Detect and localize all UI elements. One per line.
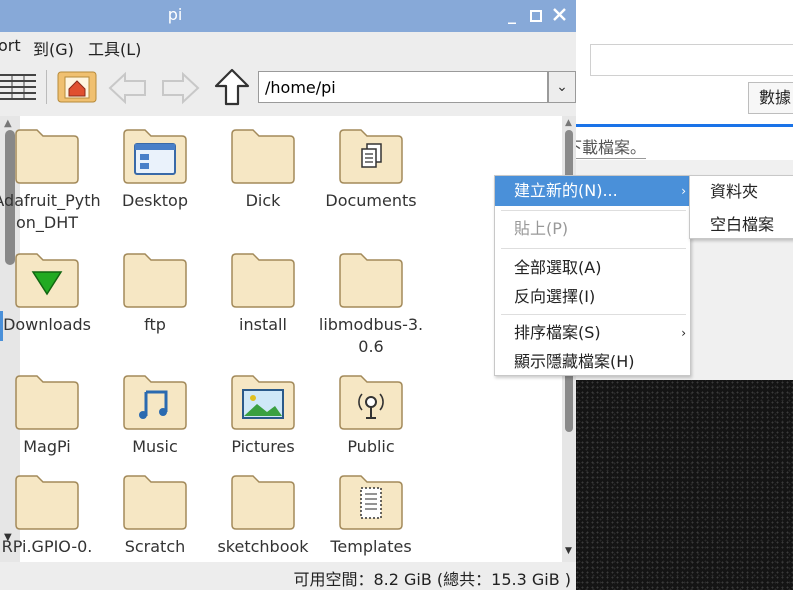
menu-item-invert-selection[interactable]: 反向選擇(I) xyxy=(495,282,692,312)
file-item[interactable]: RPi.GPIO-0. xyxy=(0,472,101,558)
menu-item-paste[interactable]: 貼上(P) xyxy=(495,214,692,244)
menu-go[interactable]: 到(G) xyxy=(33,36,74,60)
menu-item-sort-files[interactable]: 排序檔案(S) › xyxy=(495,318,692,348)
menu-item-label: 全部選取(A) xyxy=(514,258,602,277)
file-item-label: Desktop xyxy=(122,191,188,210)
music-folder-icon xyxy=(121,372,189,430)
file-item-label: Public xyxy=(347,437,395,456)
path-dropdown-button[interactable]: ⌄ xyxy=(548,71,576,103)
submenu-arrow-icon: › xyxy=(681,326,686,340)
forward-arrow-icon[interactable] xyxy=(159,70,201,110)
file-item[interactable]: Dick xyxy=(209,126,317,212)
folder-icon xyxy=(13,372,81,430)
file-item-label: Dick xyxy=(245,191,281,210)
window-title: pi xyxy=(167,5,183,24)
file-item[interactable]: Public xyxy=(317,372,425,458)
file-item-label: Scratch xyxy=(124,537,186,556)
submenu-item-empty-file[interactable]: 空白檔案 xyxy=(690,210,793,240)
file-item[interactable]: MagPi xyxy=(0,372,101,458)
desktop-wallpaper xyxy=(560,380,793,590)
file-item[interactable]: Desktop xyxy=(101,126,209,212)
file-item[interactable]: ftp xyxy=(101,250,209,336)
background-accent-line xyxy=(560,124,793,127)
file-item-label: RPi.GPIO-0. xyxy=(1,537,93,556)
downloads-folder-icon xyxy=(13,250,81,308)
folder-icon xyxy=(121,472,189,530)
home-icon[interactable] xyxy=(57,71,99,109)
free-space-status: 可用空間：8.2 GiB (總共：15.3 GiB ) xyxy=(293,570,571,589)
file-item[interactable]: Downloads xyxy=(0,250,101,336)
path-input[interactable] xyxy=(258,71,548,103)
file-item-label: MagPi xyxy=(23,437,71,456)
minimize-icon[interactable]: _ xyxy=(508,5,516,24)
menu-item-create-new[interactable]: 建立新的(N)... › xyxy=(495,176,692,206)
pictures-folder-icon xyxy=(229,372,297,430)
file-item[interactable]: sketchbook xyxy=(209,472,317,558)
file-item[interactable]: Documents xyxy=(317,126,425,212)
menu-item-select-all[interactable]: 全部選取(A) xyxy=(495,253,692,283)
menu-separator xyxy=(501,210,686,211)
menu-item-label: 排序檔案(S) xyxy=(514,323,601,342)
close-icon[interactable] xyxy=(553,6,566,25)
menu-item-label: 顯示隱藏檔案(H) xyxy=(514,352,635,371)
menu-item-label: 建立新的(N)... xyxy=(514,181,618,200)
back-arrow-icon[interactable] xyxy=(107,70,149,110)
file-item-label: Adafruit_Python_DHT xyxy=(0,191,101,232)
folder-icon xyxy=(229,250,297,308)
templates-folder-icon xyxy=(337,472,405,530)
up-arrow-icon[interactable] xyxy=(213,67,251,111)
documents-folder-icon xyxy=(337,126,405,184)
file-item-label: install xyxy=(239,315,287,334)
public-folder-icon xyxy=(337,372,405,430)
menu-item-label: 貼上(P) xyxy=(514,219,569,238)
maximize-icon[interactable] xyxy=(530,7,542,26)
file-item[interactable]: install xyxy=(209,250,317,336)
menu-item-label: 反向選擇(I) xyxy=(514,287,596,306)
list-view-icon[interactable] xyxy=(0,72,38,106)
folder-icon xyxy=(13,472,81,530)
background-input[interactable] xyxy=(590,44,793,76)
file-item[interactable]: Templates xyxy=(317,472,425,558)
file-item-label: Music xyxy=(132,437,178,456)
background-hint-text: 下載檔案。 xyxy=(566,134,647,159)
file-item-label: libmodbus-3.0.6 xyxy=(318,315,424,356)
file-item[interactable]: Scratch xyxy=(101,472,209,558)
right-scroll-down-icon[interactable]: ▼ xyxy=(565,546,572,556)
file-item-label: sketchbook xyxy=(217,537,309,556)
folder-icon xyxy=(121,250,189,308)
folder-icon xyxy=(229,472,297,530)
file-item-label: Templates xyxy=(330,537,412,556)
menu-separator xyxy=(501,248,686,249)
menu-item-show-hidden[interactable]: 顯示隱藏檔案(H) xyxy=(495,347,692,377)
menu-bar xyxy=(0,32,576,60)
menu-separator xyxy=(501,314,686,315)
create-new-submenu: 資料夾 空白檔案 xyxy=(689,175,793,239)
toolbar-divider xyxy=(46,70,47,104)
submenu-arrow-icon: › xyxy=(681,184,686,198)
file-item[interactable]: Music xyxy=(101,372,209,458)
file-icon-view[interactable]: Adafruit_Python_DHT Desktop Dick Documents D… xyxy=(0,116,562,562)
menu-tools[interactable]: 工具(L) xyxy=(88,36,141,60)
context-menu: 建立新的(N)... › 貼上(P) 全部選取(A) 反向選擇(I) 排序檔案(S… xyxy=(494,175,692,377)
folder-icon xyxy=(337,250,405,308)
file-item[interactable]: libmodbus-3.0.6 xyxy=(317,250,425,358)
file-item-label: ftp xyxy=(144,315,166,334)
desktop-folder-icon xyxy=(121,126,189,184)
file-item[interactable]: Adafruit_Python_DHT xyxy=(0,126,101,234)
menu-sort[interactable]: ort xyxy=(0,36,21,55)
file-item[interactable]: Pictures xyxy=(209,372,317,458)
background-button[interactable]: 數據 xyxy=(748,82,793,114)
folder-icon xyxy=(229,126,297,184)
right-scroll-up-icon[interactable]: ▲ xyxy=(565,118,572,128)
file-item-label: Pictures xyxy=(231,437,295,456)
file-item-label: Downloads xyxy=(3,315,91,334)
submenu-item-folder[interactable]: 資料夾 xyxy=(690,177,793,207)
file-item-label: Documents xyxy=(325,191,417,210)
folder-icon xyxy=(13,126,81,184)
